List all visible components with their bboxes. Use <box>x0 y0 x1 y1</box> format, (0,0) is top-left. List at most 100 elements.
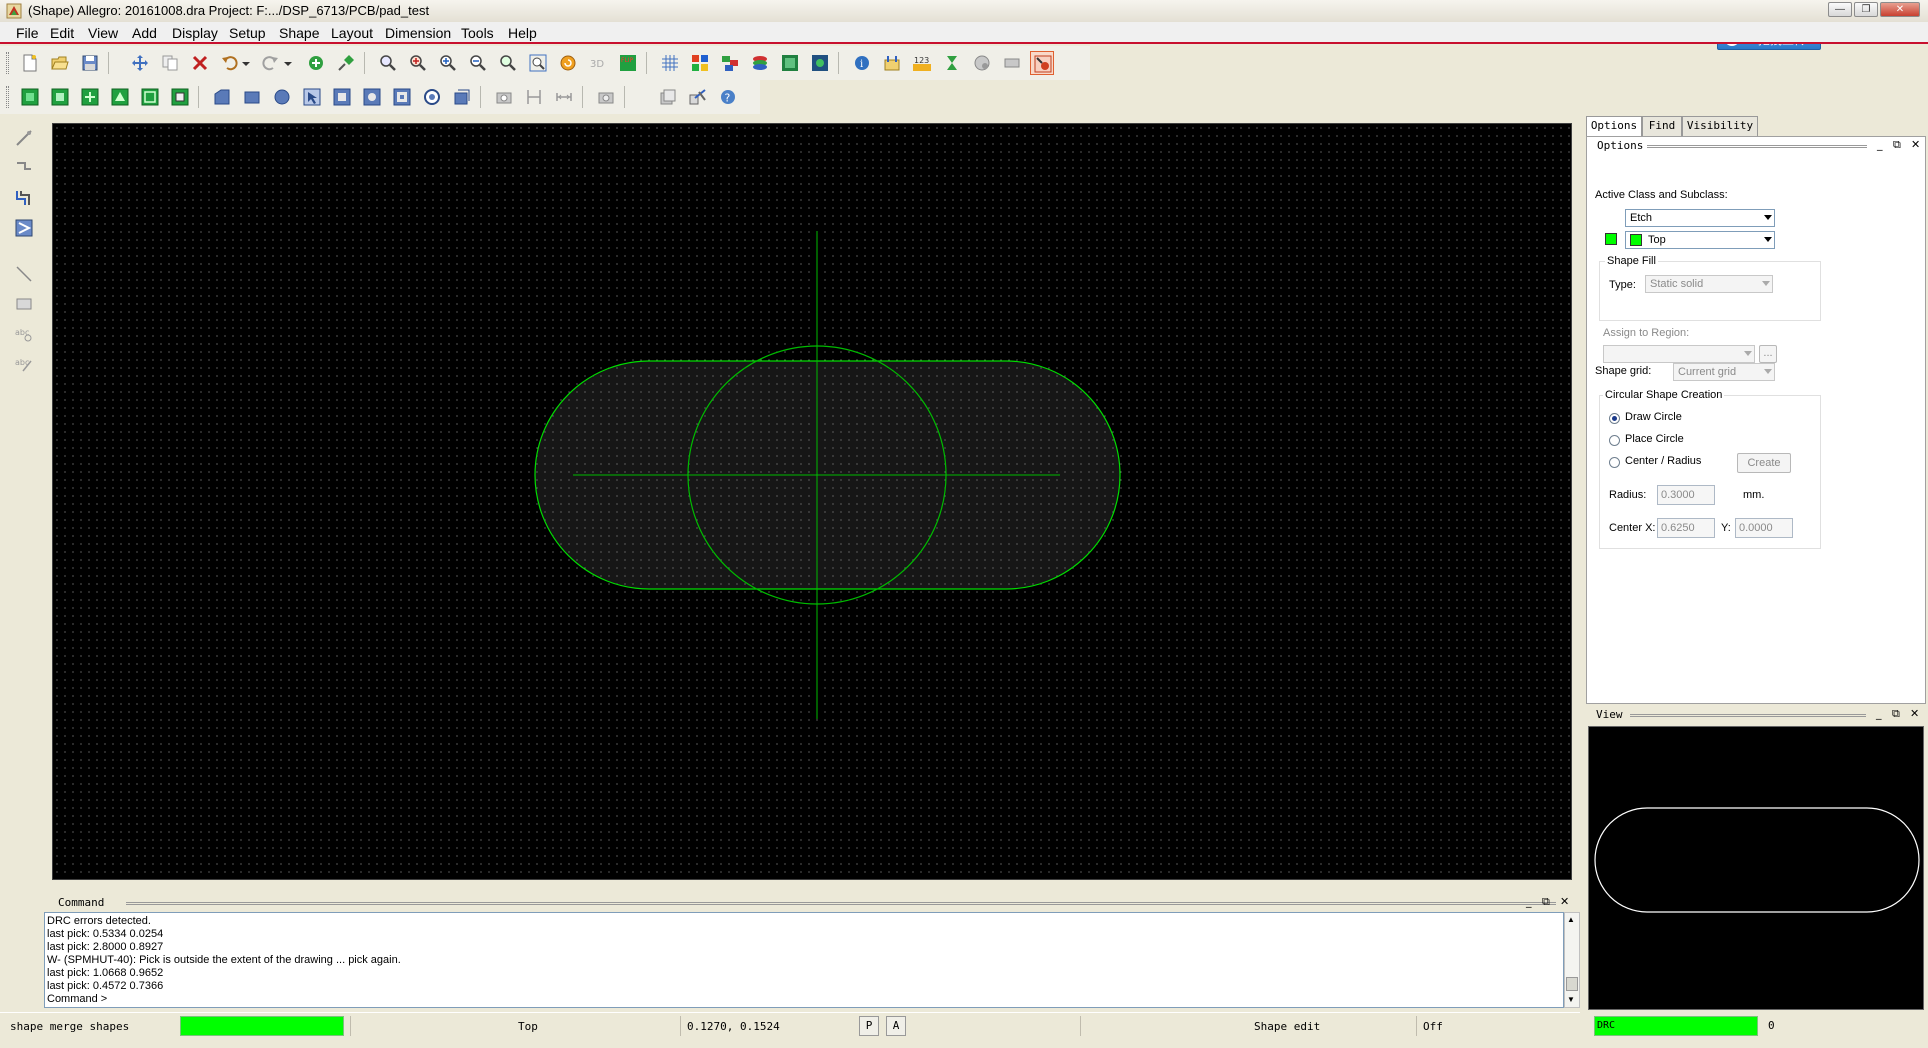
board-icon[interactable] <box>808 51 832 75</box>
zoom-previous-icon[interactable] <box>496 51 520 75</box>
flow-icon[interactable] <box>686 85 710 109</box>
scroll-down-icon[interactable]: ▼ <box>1567 995 1575 1004</box>
scroll-up-icon[interactable]: ▲ <box>1567 915 1575 924</box>
stack-icon[interactable] <box>748 51 772 75</box>
info-icon[interactable]: i <box>850 51 874 75</box>
absolute-button[interactable]: A <box>886 1016 906 1036</box>
center-x-input[interactable]: 0.6250 <box>1657 518 1715 538</box>
shape-compose-icon[interactable] <box>450 85 474 109</box>
region-browse-button[interactable]: ... <box>1759 345 1777 363</box>
redo-icon[interactable] <box>258 51 282 75</box>
move-icon[interactable] <box>128 51 152 75</box>
tab-options[interactable]: Options <box>1586 116 1642 137</box>
help-icon[interactable]: ? <box>716 85 740 109</box>
draw-circle-radio[interactable] <box>1609 413 1620 424</box>
number-icon[interactable]: 123 <box>910 51 934 75</box>
undo-icon[interactable] <box>218 51 242 75</box>
undo-dropdown-icon[interactable] <box>240 51 254 75</box>
shape-polygon-icon[interactable] <box>210 85 234 109</box>
dimension-icon[interactable] <box>522 85 546 109</box>
pin-icon[interactable] <box>334 51 358 75</box>
add-connect-tool-icon[interactable] <box>12 126 36 150</box>
pick-point-button[interactable]: P <box>859 1016 879 1036</box>
tab-find[interactable]: Find <box>1642 116 1682 136</box>
class-color-swatch[interactable] <box>1605 233 1617 245</box>
measure-icon[interactable] <box>880 51 904 75</box>
drc-indicator[interactable]: DRC <box>1594 1016 1758 1036</box>
text-edit-tool-icon[interactable]: abc <box>12 352 36 376</box>
shape-void-rect-icon[interactable] <box>330 85 354 109</box>
radius-input[interactable]: 0.3000 <box>1657 485 1715 505</box>
menu-display[interactable]: Display <box>172 25 218 41</box>
close-button[interactable]: ✕ <box>1880 2 1920 17</box>
shape-rect-icon[interactable] <box>240 85 264 109</box>
float-pane-icon[interactable]: ⧉ <box>1893 138 1901 152</box>
menu-edit[interactable]: Edit <box>50 25 74 41</box>
command-console[interactable]: DRC errors detected. last pick: 0.5334 0… <box>44 912 1564 1008</box>
console-scrollbar[interactable]: ▲ ▼ <box>1564 912 1580 1008</box>
slide-tool-icon[interactable] <box>12 156 36 180</box>
float-pane-icon[interactable]: ⧉ <box>1542 895 1550 909</box>
menu-tools[interactable]: Tools <box>461 25 494 41</box>
center-radius-radio[interactable] <box>1609 457 1620 468</box>
menu-file[interactable]: File <box>16 25 39 41</box>
zoom-world-icon[interactable] <box>526 51 550 75</box>
shape-select-shape-icon[interactable] <box>300 85 324 109</box>
float-pane-icon[interactable]: ⧉ <box>1892 707 1900 721</box>
menu-setup[interactable]: Setup <box>229 25 266 41</box>
shape-merge-icon[interactable] <box>78 85 102 109</box>
shape-grid-dropdown[interactable]: Current grid <box>1673 363 1775 381</box>
zoom-in-region-icon[interactable] <box>436 51 460 75</box>
minimize-pane-icon[interactable]: _ <box>1876 707 1882 720</box>
redo-dropdown-icon[interactable] <box>282 51 296 75</box>
shape-edit-icon[interactable] <box>1030 51 1054 75</box>
shape-change-type-icon[interactable] <box>420 85 444 109</box>
create-button[interactable]: Create <box>1737 453 1791 473</box>
route-tool-icon[interactable] <box>12 186 36 210</box>
tab-visibility[interactable]: Visibility <box>1682 116 1758 136</box>
close-pane-icon[interactable]: ✕ <box>1560 895 1569 908</box>
shape-manual-void-icon[interactable] <box>168 85 192 109</box>
shape-circle-icon[interactable] <box>270 85 294 109</box>
class-dropdown[interactable]: Etch <box>1625 209 1775 227</box>
place-circle-radio[interactable] <box>1609 435 1620 446</box>
shape-select-icon[interactable] <box>48 85 72 109</box>
ecad-icon[interactable] <box>778 51 802 75</box>
restore-button[interactable]: ❐ <box>1854 2 1878 17</box>
redraw-icon[interactable] <box>556 51 580 75</box>
dialog-icon[interactable] <box>1000 51 1024 75</box>
line-tool-icon[interactable] <box>12 262 36 286</box>
snapshot-icon[interactable] <box>594 85 618 109</box>
copy-icon[interactable] <box>158 51 182 75</box>
measure-dim-icon[interactable] <box>552 85 576 109</box>
minimize-button[interactable]: — <box>1828 2 1852 17</box>
shape-void-icon[interactable] <box>108 85 132 109</box>
color-icon[interactable] <box>688 51 712 75</box>
layers-icon[interactable] <box>718 51 742 75</box>
minimize-pane-icon[interactable]: _ <box>1877 138 1883 151</box>
menu-help[interactable]: Help <box>508 25 537 41</box>
zoom-in-icon[interactable] <box>406 51 430 75</box>
zoom-out-icon[interactable] <box>466 51 490 75</box>
camera-icon[interactable] <box>492 85 516 109</box>
flip-icon[interactable]: FLIP <box>616 51 640 75</box>
shape-edit-boundary-icon[interactable] <box>138 85 162 109</box>
menu-add[interactable]: Add <box>132 25 157 41</box>
open-icon[interactable] <box>48 51 72 75</box>
scroll-thumb[interactable] <box>1566 977 1578 991</box>
delete-icon[interactable] <box>188 51 212 75</box>
close-pane-icon[interactable]: ✕ <box>1911 138 1920 151</box>
region-dropdown[interactable] <box>1603 345 1755 363</box>
shape-delete-islands-icon[interactable] <box>390 85 414 109</box>
design-canvas[interactable] <box>52 123 1572 880</box>
save-icon[interactable] <box>78 51 102 75</box>
menu-shape[interactable]: Shape <box>279 25 319 41</box>
shape-add-icon[interactable] <box>18 85 42 109</box>
window-icon[interactable] <box>656 85 680 109</box>
3d-view-icon[interactable]: 3D <box>586 51 610 75</box>
new-icon[interactable] <box>18 51 42 75</box>
fill-type-dropdown[interactable]: Static solid <box>1645 275 1773 293</box>
rect-tool-icon[interactable] <box>12 292 36 316</box>
close-pane-icon[interactable]: ✕ <box>1910 707 1919 720</box>
text-tool-icon[interactable]: abc <box>12 322 36 346</box>
